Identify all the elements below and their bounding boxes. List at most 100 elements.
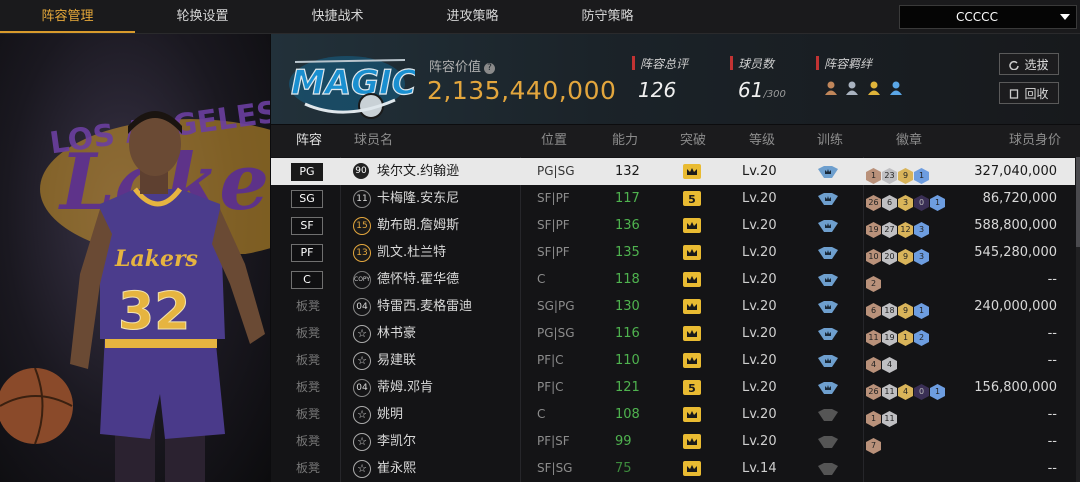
tab-defense[interactable]: 防守策略 xyxy=(540,0,675,31)
player-name: 埃尔文.约翰逊 xyxy=(377,164,460,179)
table-row[interactable]: PF 13 凯文.杜兰特 SF|PF 135 Lv.20 545,280,000 10 20 9 3 xyxy=(271,239,1075,266)
training-icon[interactable] xyxy=(818,301,838,313)
badge-count: 2 xyxy=(866,276,881,292)
header-breakthrough[interactable]: 突破 xyxy=(680,125,706,157)
player-level: Lv.20 xyxy=(742,245,777,260)
bond-icon-diamond[interactable] xyxy=(889,80,903,96)
player-position: SG|PG xyxy=(537,299,575,313)
training-icon[interactable] xyxy=(818,463,838,475)
breakthrough-crown-icon xyxy=(683,272,701,287)
badge-count: 19 xyxy=(866,222,881,238)
table-row[interactable]: 板凳 ☆ 林书豪 PG|SG 116 Lv.20 -- 11 19 1 2 xyxy=(271,320,1075,347)
table-row[interactable]: 板凳 04 蒂姆.邓肯 PF|C 121 Lv.20 156,800,000 5 26 11 4 0 1 xyxy=(271,374,1075,401)
table-row[interactable]: 板凳 ☆ 崔永熙 SF|SG 75 Lv.14 -- xyxy=(271,455,1075,482)
jersey-number: 04 xyxy=(353,379,371,397)
logo-text: MAGIC xyxy=(291,63,415,103)
badge-list: 6 18 9 1 xyxy=(866,298,930,319)
bench-label: 板凳 xyxy=(295,461,320,475)
tab-offense[interactable]: 进攻策略 xyxy=(405,0,540,31)
breakthrough-crown-icon xyxy=(683,353,701,368)
training-icon[interactable] xyxy=(818,409,838,421)
player-level: Lv.20 xyxy=(742,218,777,233)
player-position: PF|C xyxy=(537,380,564,394)
player-ability: 136 xyxy=(615,218,640,233)
training-icon[interactable] xyxy=(818,247,838,259)
training-icon[interactable] xyxy=(818,220,838,232)
badge-list: 7 xyxy=(866,433,882,454)
table-row[interactable]: 板凳 ☆ 李凯尔 PF|SF 99 Lv.20 -- 7 xyxy=(271,428,1075,455)
bond-icon-silver[interactable] xyxy=(845,80,859,96)
slot-badge: SG xyxy=(291,190,323,208)
header-ability[interactable]: 能力 xyxy=(612,125,638,157)
table-row[interactable]: PG 90 埃尔文.约翰逊 PG|SG 132 Lv.20 327,040,000 1 23 9 1 xyxy=(271,158,1075,185)
player-level: Lv.14 xyxy=(742,461,777,476)
training-icon[interactable] xyxy=(818,436,838,448)
training-icon[interactable] xyxy=(818,166,838,178)
training-icon[interactable] xyxy=(818,355,838,367)
player-position: PG|SG xyxy=(537,164,575,178)
badge-count: 27 xyxy=(882,222,897,238)
player-salary: 327,040,000 xyxy=(974,164,1057,179)
player-level: Lv.20 xyxy=(742,434,777,449)
header-salary[interactable]: 球员身价 xyxy=(1009,125,1061,157)
header-badges[interactable]: 徽章 xyxy=(896,125,922,157)
badge-count: 1 xyxy=(914,303,929,319)
badge-count: 6 xyxy=(882,195,897,211)
badge-count: 3 xyxy=(914,249,929,265)
svg-text:Lakers: Lakers xyxy=(114,246,198,272)
badge-list: 11 19 1 2 xyxy=(866,325,930,346)
tab-quick-tactics[interactable]: 快捷战术 xyxy=(270,0,405,31)
header-level[interactable]: 等级 xyxy=(749,125,775,157)
training-icon[interactable] xyxy=(818,382,838,394)
svg-text:32: 32 xyxy=(118,282,190,342)
table-row[interactable]: C COPY 德怀特.霍华德 C 118 Lv.20 -- 2 xyxy=(271,266,1075,293)
scrollbar[interactable] xyxy=(1076,157,1080,482)
slot-badge: PG xyxy=(291,163,323,181)
stat-players-value: 61/300 xyxy=(738,78,786,102)
header-training[interactable]: 训练 xyxy=(817,125,843,157)
stat-bonds-label: 阵容羁绊 xyxy=(824,57,873,71)
slot-badge: PF xyxy=(291,244,323,262)
badge-count: 11 xyxy=(866,330,881,346)
table-row[interactable]: 板凳 ☆ 易建联 PF|C 110 Lv.20 -- 4 4 xyxy=(271,347,1075,374)
recycle-button[interactable]: 回收 xyxy=(999,82,1059,104)
player-name: 姚明 xyxy=(377,407,404,422)
training-icon[interactable] xyxy=(818,328,838,340)
header-slot[interactable]: 阵容 xyxy=(296,125,322,157)
badge-count: 1 xyxy=(866,411,881,427)
tab-lineup[interactable]: 阵容管理 xyxy=(0,0,135,33)
table-row[interactable]: SF 15 勒布朗.詹姆斯 SF|PF 136 Lv.20 588,800,000 19 27 1… xyxy=(271,212,1075,239)
lineup-value: 2,135,440,000 xyxy=(427,76,617,105)
player-ability: 118 xyxy=(615,272,640,287)
top-nav: 阵容管理 轮换设置 快捷战术 进攻策略 防守策略 CCCCC xyxy=(0,0,1080,34)
player-ability: 117 xyxy=(615,191,640,206)
training-icon[interactable] xyxy=(818,193,838,205)
player-salary: 156,800,000 xyxy=(974,380,1057,395)
bench-label: 板凳 xyxy=(295,299,320,313)
bond-icon-bronze[interactable] xyxy=(824,80,838,96)
table-row[interactable]: 板凳 04 特雷西.麦格雷迪 SG|PG 130 Lv.20 240,000,000 6 18 9… xyxy=(271,293,1075,320)
player-name: 凯文.杜兰特 xyxy=(377,245,447,260)
jersey-number: 13 xyxy=(353,244,371,262)
badge-count: 1 xyxy=(914,168,929,184)
badge-count: 26 xyxy=(866,384,881,400)
select-button[interactable]: 选拔 xyxy=(999,53,1059,75)
badge-count: 9 xyxy=(898,168,913,184)
table-row[interactable]: SG 11 卡梅隆.安东尼 SF|PF 117 Lv.20 86,720,000 5 26 6 3 0… xyxy=(271,185,1075,212)
team-select-dropdown[interactable]: CCCCC xyxy=(899,5,1077,29)
training-icon[interactable] xyxy=(818,274,838,286)
badge-count: 1 xyxy=(930,384,945,400)
player-level: Lv.20 xyxy=(742,380,777,395)
bond-icon-gold[interactable] xyxy=(867,80,881,96)
header-position[interactable]: 位置 xyxy=(541,125,567,157)
badge-list: 19 27 12 3 xyxy=(866,217,930,238)
help-icon[interactable]: ? xyxy=(484,63,496,74)
scrollbar-thumb[interactable] xyxy=(1076,157,1080,247)
table-row[interactable]: 板凳 ☆ 姚明 C 108 Lv.20 -- 1 11 xyxy=(271,401,1075,428)
player-level: Lv.20 xyxy=(742,326,777,341)
stat-players-label: 球员数 xyxy=(738,57,775,71)
breakthrough-crown-icon xyxy=(683,461,701,476)
tab-rotation[interactable]: 轮换设置 xyxy=(135,0,270,31)
header-name[interactable]: 球员名 xyxy=(354,125,393,157)
roster-table: 阵容 球员名 位置 能力 突破 等级 训练 徽章 球员身价 PG 90 埃尔文.约翰… xyxy=(271,125,1080,482)
